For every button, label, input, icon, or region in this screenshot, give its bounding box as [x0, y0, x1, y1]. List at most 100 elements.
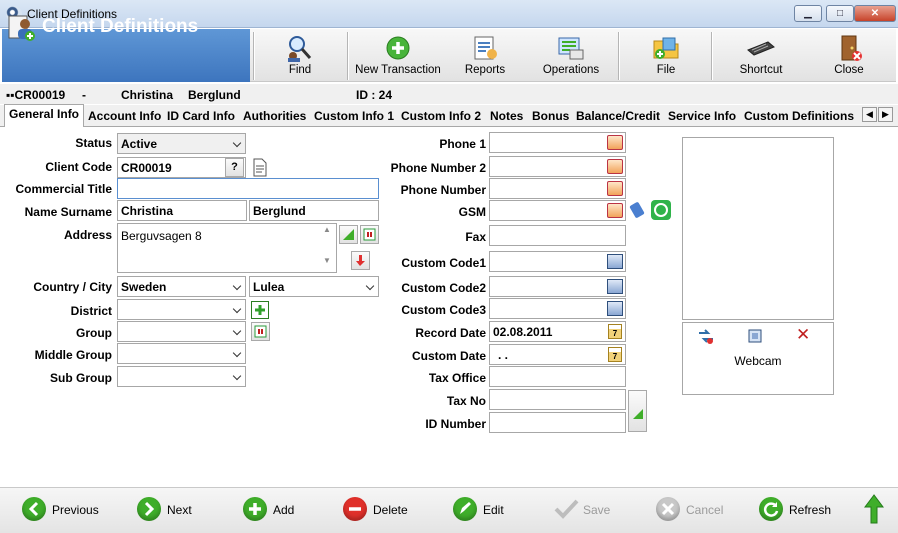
image-icon[interactable] — [607, 301, 623, 316]
tab-account-info[interactable]: Account Info — [84, 107, 165, 127]
address-scrollbar[interactable]: ▲ ▼ — [319, 225, 335, 271]
add-button[interactable]: Add — [243, 497, 303, 523]
tab-custom-definitions[interactable]: Custom Definitions — [740, 107, 858, 127]
city-select[interactable]: Lulea — [249, 276, 379, 297]
document-icon[interactable] — [252, 158, 268, 177]
minimize-button[interactable]: ▁ — [794, 5, 822, 22]
district-select[interactable] — [117, 299, 246, 320]
edit-label: Edit — [483, 503, 504, 517]
sub-group-label: Sub Group — [50, 371, 112, 385]
phone-icon[interactable] — [607, 135, 623, 150]
phone-number-field[interactable] — [489, 178, 626, 199]
whatsapp-icon[interactable] — [651, 200, 671, 220]
tab-scroll-left-button[interactable]: ◀ — [862, 107, 877, 122]
sub-group-select[interactable] — [117, 366, 246, 387]
checkmark-icon — [553, 497, 579, 521]
operations-button[interactable]: Operations — [535, 29, 607, 82]
find-label: Find — [288, 64, 312, 76]
tab-notes[interactable]: Notes — [486, 107, 527, 127]
group-select[interactable] — [117, 321, 246, 342]
surname-field[interactable]: Berglund — [249, 200, 379, 221]
record-date-field[interactable]: 02.08.2011 7 — [489, 321, 626, 342]
id-number-field[interactable] — [489, 412, 626, 433]
client-code-help-button[interactable]: ? — [225, 158, 244, 177]
custom-code1-label: Custom Code1 — [401, 256, 486, 270]
client-surname-display: Berglund — [188, 88, 241, 102]
calendar-icon[interactable]: 7 — [608, 324, 622, 339]
find-button[interactable]: Find — [262, 29, 338, 82]
tab-custom-info-2[interactable]: Custom Info 2 — [397, 107, 485, 127]
tab-authorities[interactable]: Authorities — [239, 107, 310, 127]
phone-number2-field[interactable] — [489, 156, 626, 177]
save-button[interactable]: Save — [553, 497, 623, 523]
tax-no-field[interactable] — [489, 389, 626, 410]
sms-icon[interactable] — [628, 200, 648, 220]
middle-group-label: Middle Group — [34, 348, 112, 362]
tab-id-card-info[interactable]: ID Card Info — [163, 107, 239, 127]
next-button[interactable]: Next — [137, 497, 197, 523]
custom-code2-field[interactable] — [489, 276, 626, 297]
tab-general-info[interactable]: General Info — [4, 104, 85, 127]
group-label: Group — [76, 326, 112, 340]
address-pause-button[interactable] — [360, 225, 379, 244]
shortcut-button[interactable]: Shortcut — [724, 29, 798, 82]
tab-service-info[interactable]: Service Info — [664, 107, 740, 127]
add-circle-icon — [386, 36, 410, 60]
delete-button[interactable]: Delete — [343, 497, 413, 523]
district-add-button[interactable] — [251, 301, 269, 319]
custom-date-field[interactable]: . .7 — [489, 344, 626, 365]
toolbar-separator — [618, 32, 620, 80]
tax-office-field[interactable] — [489, 366, 626, 387]
address-expand-button[interactable] — [339, 225, 358, 244]
custom-code1-field[interactable] — [489, 251, 626, 272]
file-button[interactable]: File — [630, 29, 702, 82]
webcam-label[interactable]: Webcam — [682, 354, 834, 368]
add-icon — [243, 497, 267, 521]
file-icon — [653, 37, 679, 59]
custom-date-label: Custom Date — [411, 349, 486, 363]
tab-custom-info-1[interactable]: Custom Info 1 — [310, 107, 398, 127]
close-button[interactable]: Close — [818, 29, 880, 82]
camera-icon[interactable] — [746, 327, 764, 345]
previous-button[interactable]: Previous — [22, 497, 102, 523]
delete-photo-icon[interactable]: ✕ — [796, 326, 812, 343]
image-icon[interactable] — [607, 254, 623, 269]
gsm-label: GSM — [458, 205, 486, 219]
transfer-icon[interactable] — [697, 327, 715, 345]
gsm-field[interactable] — [489, 200, 626, 221]
group-pause-button[interactable] — [251, 322, 270, 341]
tab-scroll-right-button[interactable]: ▶ — [878, 107, 893, 122]
commercial-title-field[interactable] — [117, 178, 379, 199]
status-select[interactable]: Active — [117, 133, 246, 154]
custom-code3-field[interactable] — [489, 298, 626, 319]
tab-balance-credit[interactable]: Balance/Credit — [572, 107, 664, 127]
reports-button[interactable]: Reports — [452, 29, 518, 82]
close-window-button[interactable]: ✕ — [854, 5, 896, 22]
edit-button[interactable]: Edit — [453, 497, 513, 523]
first-name-field[interactable]: Christina — [117, 200, 247, 221]
fax-label: Fax — [465, 230, 486, 244]
add-label: Add — [273, 503, 295, 517]
address-map-pin-button[interactable] — [351, 251, 370, 270]
country-select[interactable]: Sweden — [117, 276, 246, 297]
phone-icon[interactable] — [607, 181, 623, 196]
refresh-button[interactable]: Refresh — [759, 497, 839, 523]
tax-expand-button[interactable] — [628, 390, 647, 432]
tax-no-label: Tax No — [446, 394, 486, 408]
calendar-icon[interactable]: 7 — [608, 347, 622, 362]
fax-field[interactable] — [489, 225, 626, 246]
address-textarea[interactable]: Berguvsagen 8 — [117, 223, 337, 273]
phone-icon[interactable] — [607, 203, 623, 218]
phone-icon[interactable] — [607, 159, 623, 174]
maximize-button[interactable]: □ — [826, 5, 854, 22]
new-transaction-button[interactable]: New Transaction — [353, 29, 443, 82]
cancel-button[interactable]: Cancel — [656, 497, 728, 523]
tab-bonus[interactable]: Bonus — [528, 107, 573, 127]
door-exit-icon — [841, 35, 862, 61]
image-icon[interactable] — [607, 279, 623, 294]
delete-icon — [343, 497, 367, 521]
middle-group-select[interactable] — [117, 343, 246, 364]
scroll-up-arrow-icon[interactable] — [863, 494, 885, 524]
edit-icon — [453, 497, 477, 521]
phone1-field[interactable] — [489, 132, 626, 153]
